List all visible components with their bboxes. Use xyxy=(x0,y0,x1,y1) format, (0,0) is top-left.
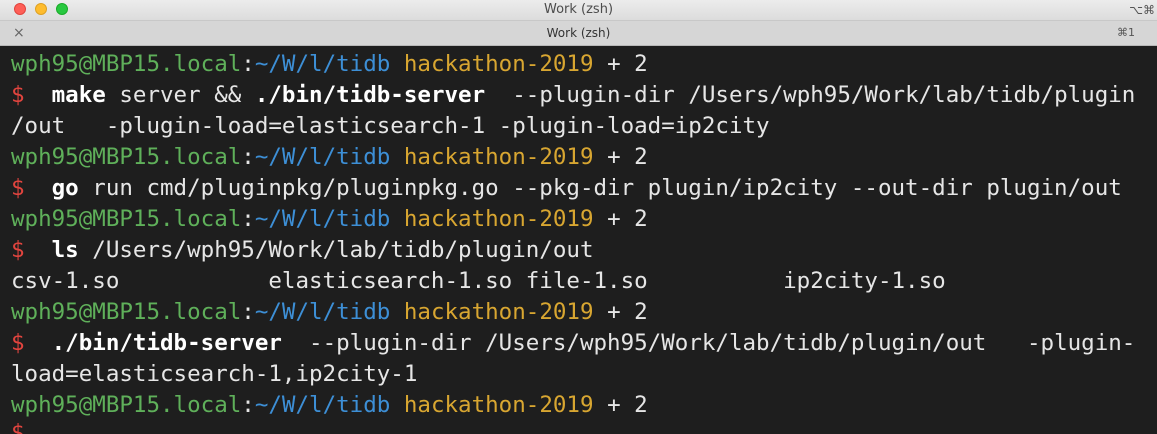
prompt-symbol: $ xyxy=(11,420,25,434)
command-output: csv-1.so elasticsearch-1.so file-1.so ip… xyxy=(11,268,946,294)
command-args: server && xyxy=(105,82,255,108)
prompt-branch: hackathon-2019 xyxy=(403,206,594,232)
command-wrap: load=elasticsearch-1,ip2city-1 xyxy=(11,361,418,387)
prompt-line: wph95@MBP15.local:~/W/l/tidb hackathon-2… xyxy=(11,390,648,421)
command-line: $ ./bin/tidb-server --plugin-dir /Users/… xyxy=(11,328,1135,359)
prompt-branch: hackathon-2019 xyxy=(403,299,594,325)
prompt-path: ~/W/l/tidb xyxy=(254,299,391,325)
prompt-path: ~/W/l/tidb xyxy=(254,392,391,418)
command-program: make xyxy=(51,82,106,108)
prompt-separator: : xyxy=(241,392,255,418)
window-shortcut-hint: ⌥⌘ xyxy=(1129,3,1155,17)
prompt-separator: : xyxy=(241,299,255,325)
prompt-branch: hackathon-2019 xyxy=(403,144,594,170)
prompt-path: ~/W/l/tidb xyxy=(254,51,391,77)
prompt-user-host: wph95@MBP15.local xyxy=(11,392,242,418)
prompt-user-host: wph95@MBP15.local xyxy=(11,144,242,170)
tab-bar: Work (zsh) × ⌘1 xyxy=(0,21,1157,46)
prompt-line: wph95@MBP15.local:~/W/l/tidb hackathon-2… xyxy=(11,204,648,235)
prompt-symbol: $ xyxy=(11,330,25,356)
command-program: ls xyxy=(51,237,79,263)
prompt-path: ~/W/l/tidb xyxy=(254,144,391,170)
prompt-user-host: wph95@MBP15.local xyxy=(11,206,242,232)
command-program: go xyxy=(51,175,79,201)
command-binary: ./bin/tidb-server xyxy=(51,330,282,356)
prompt-symbol: $ xyxy=(11,237,25,263)
prompt-branch: hackathon-2019 xyxy=(403,51,594,77)
prompt-separator: : xyxy=(241,206,255,232)
prompt-line: wph95@MBP15.local:~/W/l/tidb hackathon-2… xyxy=(11,49,648,80)
tab-work-zsh[interactable]: Work (zsh) xyxy=(0,21,1157,45)
prompt-path: ~/W/l/tidb xyxy=(254,206,391,232)
command-rest: run cmd/pluginpkg/pluginpkg.go --pkg-dir… xyxy=(78,175,1122,201)
prompt-symbol: $ xyxy=(11,82,25,108)
terminal-window: Work (zsh) ⌥⌘ Work (zsh) × ⌘1 wph95@MBP1… xyxy=(0,0,1157,434)
command-binary: ./bin/tidb-server xyxy=(254,82,486,108)
command-line: $ go run cmd/pluginpkg/pluginpkg.go --pk… xyxy=(11,173,1122,204)
tab-shortcut: ⌘1 xyxy=(1117,26,1135,39)
prompt-dirty: + 2 xyxy=(607,51,648,77)
command-line[interactable]: $ xyxy=(11,418,25,434)
command-line: $ make server && ./bin/tidb-server --plu… xyxy=(11,80,1135,111)
prompt-separator: : xyxy=(241,144,255,170)
prompt-branch: hackathon-2019 xyxy=(403,392,594,418)
tab-close-icon[interactable]: × xyxy=(13,24,25,42)
command-wrap: /out -plugin-load=elasticsearch-1 -plugi… xyxy=(11,113,770,139)
prompt-separator: : xyxy=(241,51,255,77)
command-rest: --plugin-dir /Users/wph95/Work/lab/tidb/… xyxy=(485,82,1136,108)
prompt-dirty: + 2 xyxy=(607,206,648,232)
command-rest: --plugin-dir /Users/wph95/Work/lab/tidb/… xyxy=(281,330,1136,356)
prompt-user-host: wph95@MBP15.local xyxy=(11,51,242,77)
prompt-dirty: + 2 xyxy=(607,144,648,170)
prompt-user-host: wph95@MBP15.local xyxy=(11,299,242,325)
prompt-line: wph95@MBP15.local:~/W/l/tidb hackathon-2… xyxy=(11,297,648,328)
prompt-line: wph95@MBP15.local:~/W/l/tidb hackathon-2… xyxy=(11,142,648,173)
prompt-symbol: $ xyxy=(11,175,25,201)
terminal-output[interactable]: wph95@MBP15.local:~/W/l/tidb hackathon-2… xyxy=(0,46,1157,434)
command-rest: /Users/wph95/Work/lab/tidb/plugin/out xyxy=(78,237,594,263)
prompt-dirty: + 2 xyxy=(607,392,648,418)
window-title: Work (zsh) xyxy=(543,2,614,17)
command-line: $ ls /Users/wph95/Work/lab/tidb/plugin/o… xyxy=(11,235,594,266)
prompt-dirty: + 2 xyxy=(607,299,648,325)
title-bar[interactable]: Work (zsh) ⌥⌘ xyxy=(0,0,1157,21)
